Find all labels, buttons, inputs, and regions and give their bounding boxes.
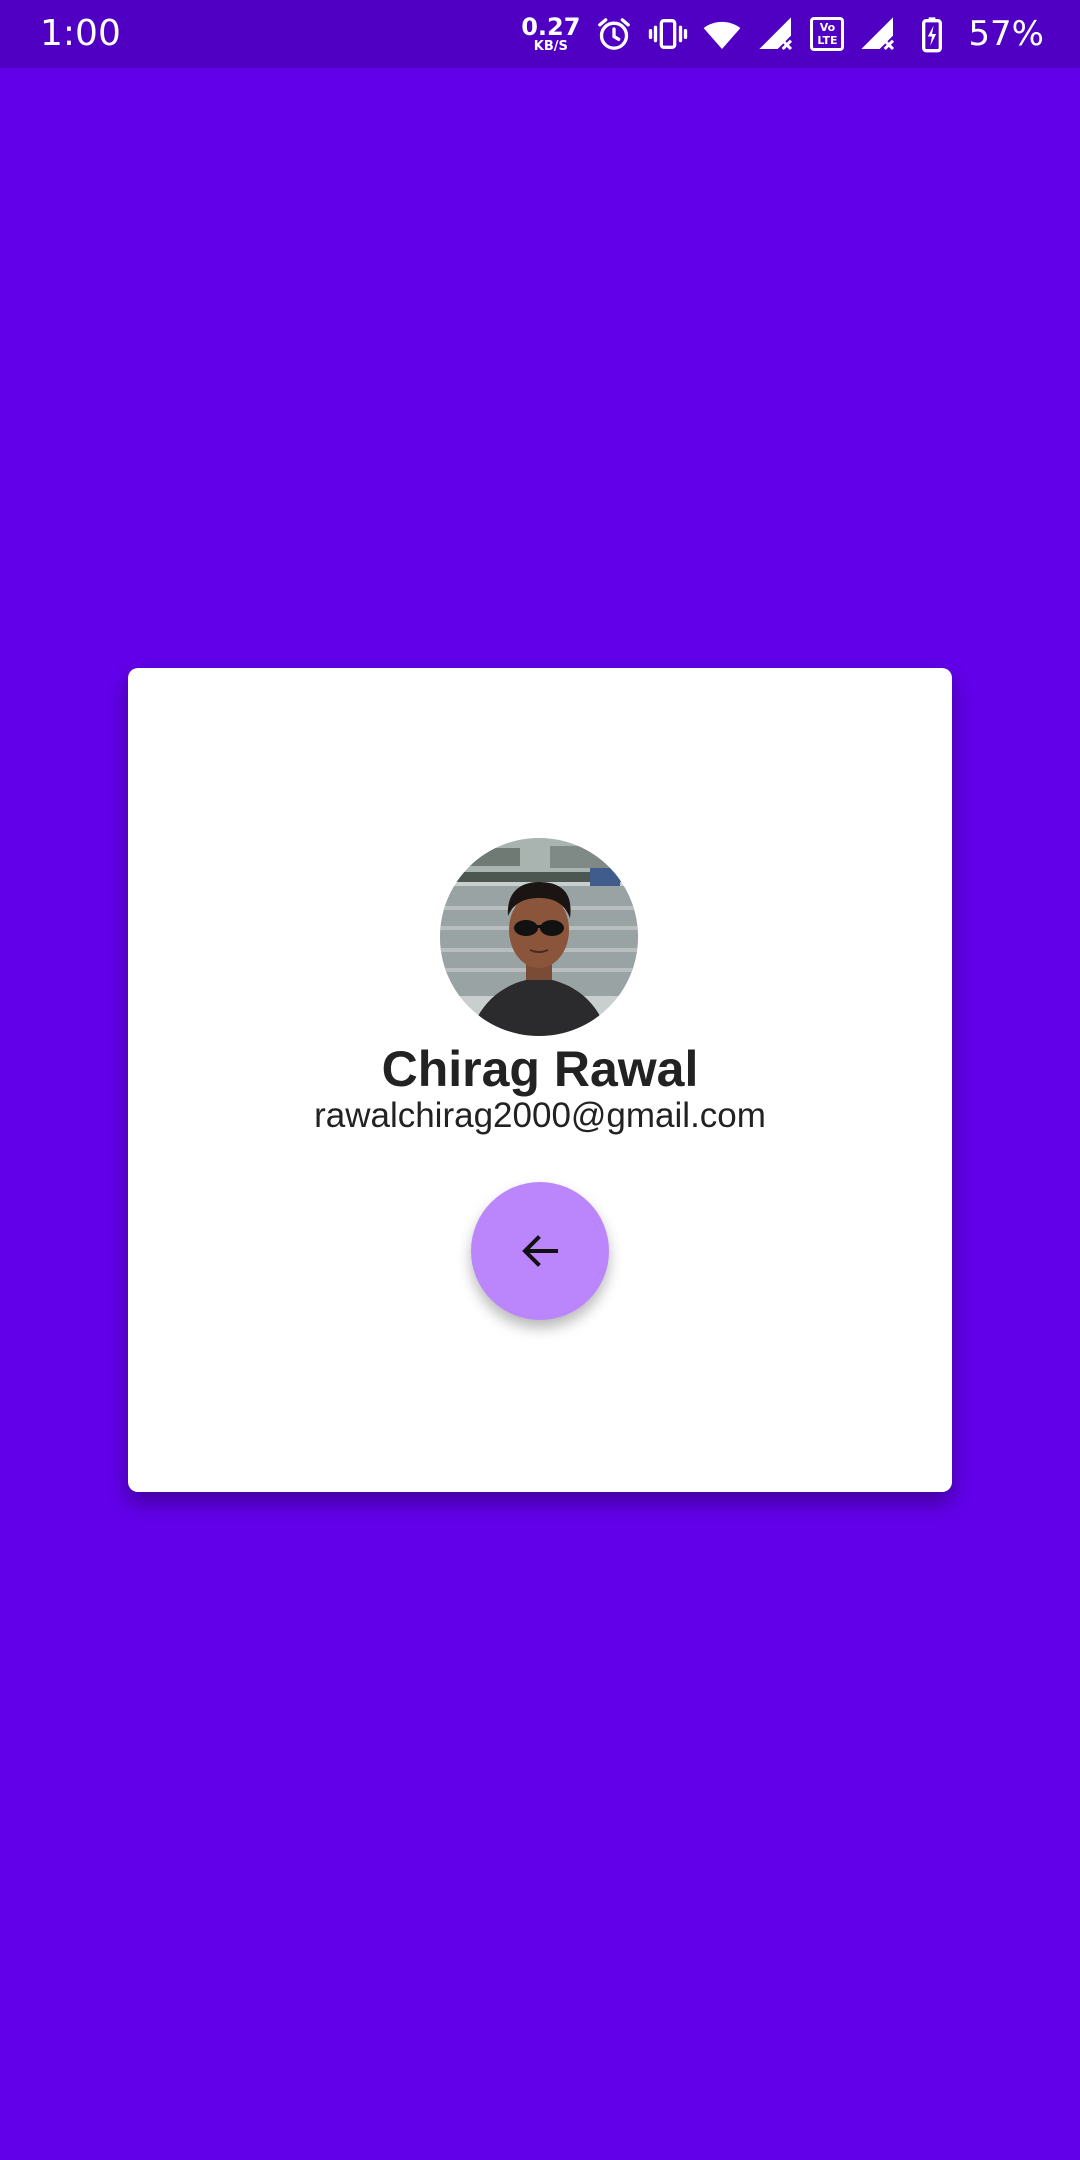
network-speed-value: 0.27 bbox=[521, 13, 581, 41]
wifi-icon bbox=[704, 21, 741, 49]
battery-charging-icon bbox=[922, 17, 943, 53]
battery-percent: 57% bbox=[968, 14, 1044, 54]
volte-top-label: Vo bbox=[819, 21, 836, 34]
avatar bbox=[440, 838, 638, 1036]
back-button[interactable] bbox=[471, 1182, 609, 1320]
status-bar: 1:00 0.27 KB/S Vo LTE 57% bbox=[0, 0, 1080, 68]
profile-email: rawalchirag2000@gmail.com bbox=[314, 1096, 766, 1135]
status-icons: 0.27 KB/S Vo LTE 57% bbox=[521, 10, 1044, 58]
status-time: 1:00 bbox=[40, 13, 121, 54]
profile-card: Chirag Rawal rawalchirag2000@gmail.com bbox=[128, 668, 952, 1492]
volte-bottom-label: LTE bbox=[817, 34, 838, 47]
signal-icon bbox=[759, 17, 793, 51]
profile-name: Chirag Rawal bbox=[381, 1041, 699, 1097]
arrow-left-icon bbox=[522, 1235, 558, 1267]
user-photo-icon bbox=[440, 838, 638, 1036]
vibrate-icon bbox=[649, 19, 688, 49]
network-speed-unit: KB/S bbox=[533, 39, 568, 54]
signal-icon bbox=[861, 17, 895, 51]
network-speed: 0.27 KB/S bbox=[521, 15, 580, 53]
alarm-icon bbox=[598, 18, 631, 50]
volte-icon: Vo LTE bbox=[810, 17, 845, 51]
